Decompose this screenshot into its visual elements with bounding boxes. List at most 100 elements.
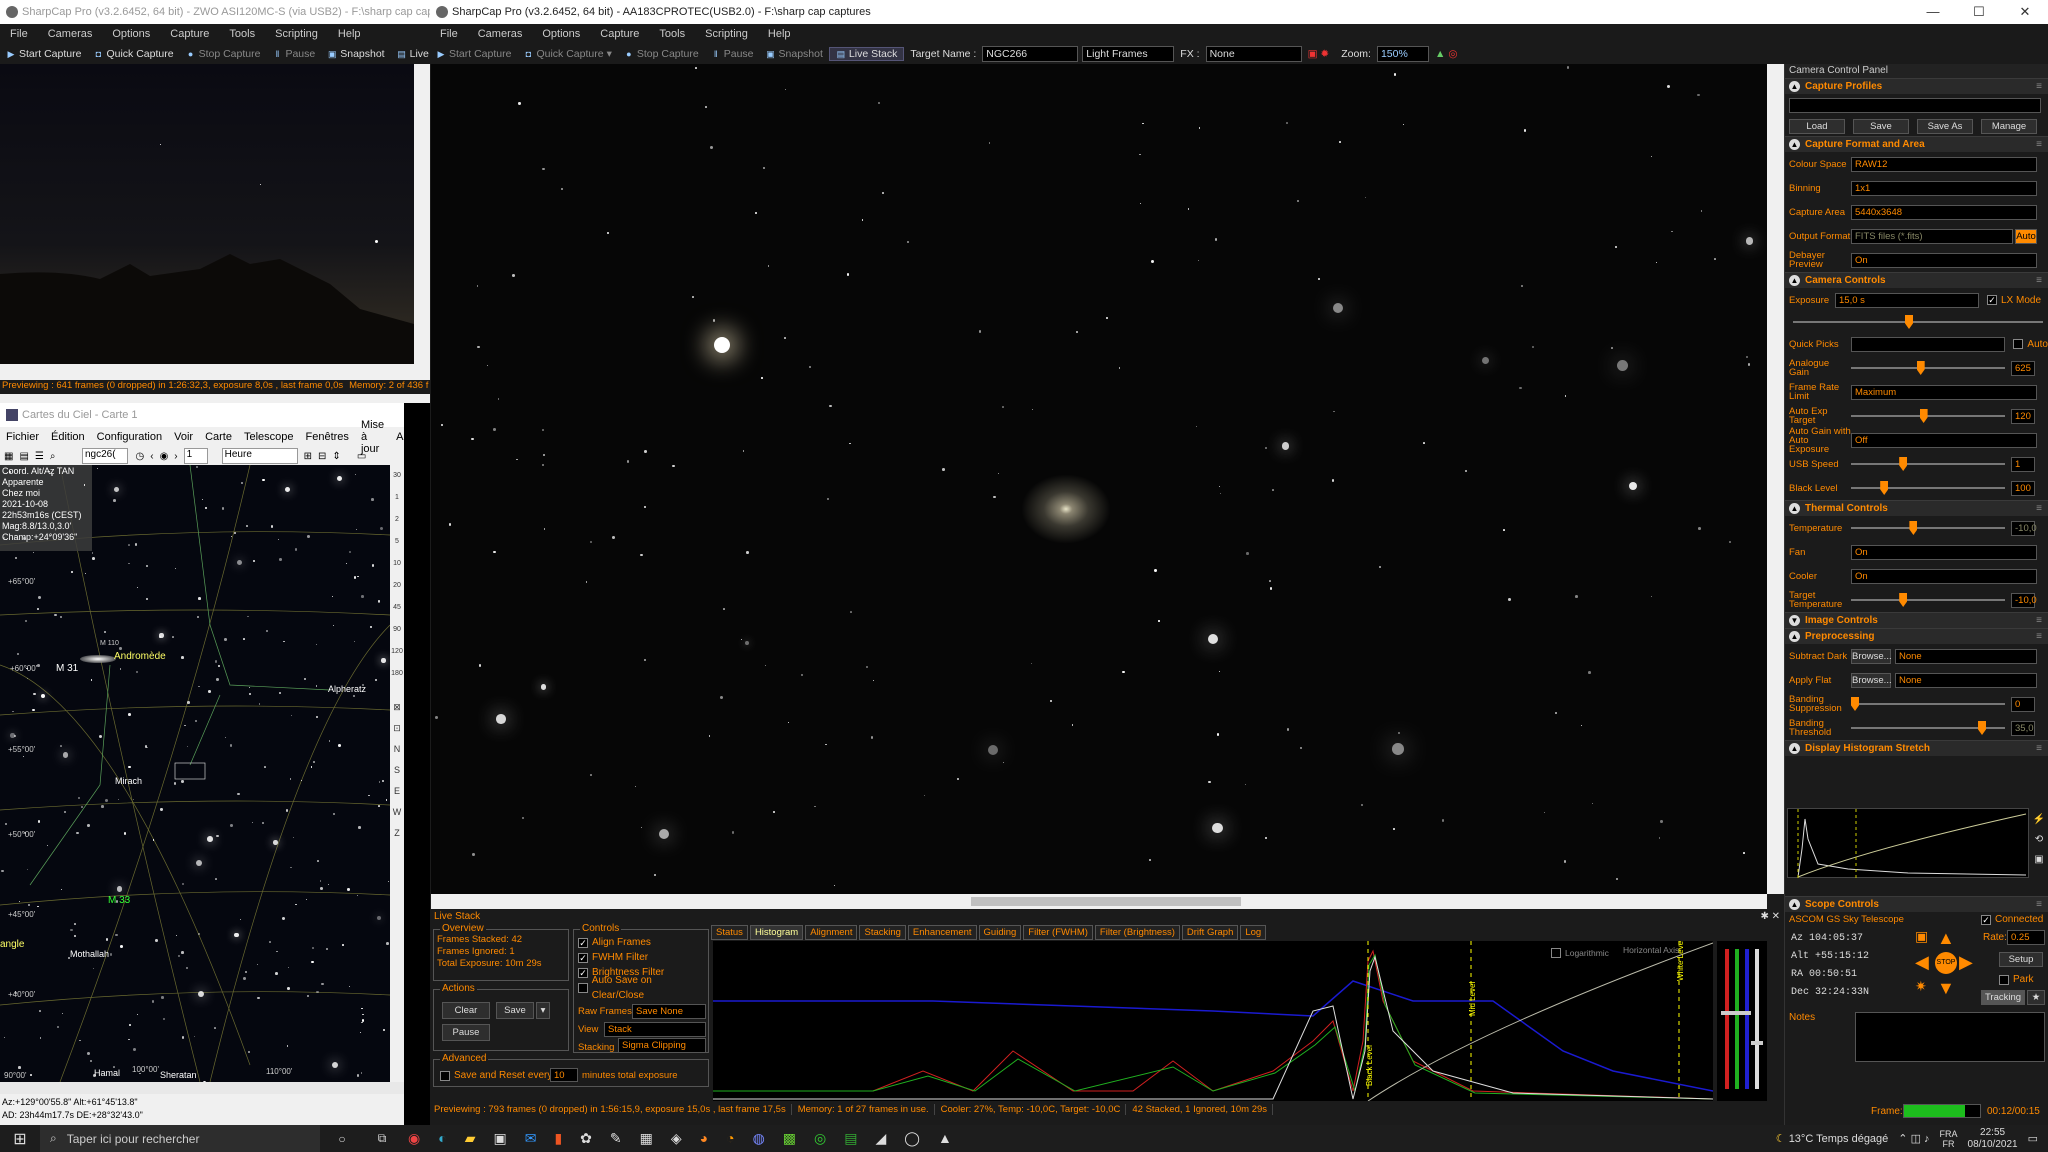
- scroll-thumb[interactable]: [971, 897, 1241, 906]
- rate-select[interactable]: 0.25: [2007, 930, 2045, 945]
- cortana-icon[interactable]: ○: [320, 1132, 364, 1146]
- save-dropdown-button[interactable]: ▾: [536, 1002, 550, 1019]
- list-icon[interactable]: ☰: [35, 451, 44, 462]
- menu-cameras[interactable]: Cameras: [468, 28, 533, 40]
- excel-icon[interactable]: ▤: [844, 1130, 857, 1147]
- scope-connected-checkbox[interactable]: ✓ Connected: [1981, 912, 2043, 927]
- back-icon[interactable]: ‹: [150, 451, 153, 462]
- section-camera-controls[interactable]: ▲ Camera Controls ≡: [1785, 272, 2048, 288]
- app-icon[interactable]: ✿: [580, 1130, 592, 1147]
- live-stack-button[interactable]: ▤Live Stack: [391, 48, 430, 60]
- notification-icon[interactable]: ▭: [2028, 1132, 2038, 1145]
- quick-capture-button[interactable]: ◘ Quick Capture ▾: [517, 48, 617, 60]
- pause-button[interactable]: ‖ Pause: [705, 48, 760, 60]
- reticle-icon[interactable]: ▣ ✹: [1302, 48, 1336, 60]
- save-reset-checkbox[interactable]: Save and Reset every: [440, 1068, 552, 1083]
- app-icon[interactable]: ◈: [671, 1130, 682, 1147]
- forward-icon[interactable]: ›: [174, 451, 177, 462]
- step-input[interactable]: 1: [183, 448, 208, 464]
- quick-picks-auto-checkbox[interactable]: Auto: [2013, 337, 2048, 352]
- output-auto-button[interactable]: Auto: [2015, 228, 2037, 244]
- quick-picks-select[interactable]: [1850, 336, 2006, 352]
- colour-space-select[interactable]: RAW12: [1851, 156, 2037, 172]
- clock[interactable]: 22:55 08/10/2021: [1968, 1127, 2018, 1151]
- explorer-icon[interactable]: ▰: [465, 1130, 476, 1147]
- menu-cameras[interactable]: Cameras: [38, 28, 103, 40]
- menu-help[interactable]: Help: [328, 28, 371, 40]
- dark-select[interactable]: None: [1895, 648, 2037, 664]
- frame-rate-select[interactable]: Maximum: [1851, 384, 2037, 400]
- menu-scripting[interactable]: Scripting: [265, 28, 328, 40]
- panel-controls[interactable]: ✱ ✕: [1760, 911, 1780, 922]
- stacked-image-view[interactable]: [431, 64, 1767, 894]
- chart-scrollbar[interactable]: [0, 1082, 404, 1094]
- tab-status[interactable]: Status: [711, 925, 748, 940]
- dark-browse-button[interactable]: Browse...: [1851, 648, 1892, 664]
- frame-icon[interactable]: ▣: [1915, 928, 1928, 945]
- app-icon[interactable]: ▩: [783, 1130, 796, 1147]
- live-stack-button[interactable]: ▤Live Stack: [828, 47, 905, 61]
- notes-textarea[interactable]: [1855, 1012, 2045, 1062]
- office-icon[interactable]: ▮: [554, 1130, 562, 1147]
- exposure-input[interactable]: 15,0 s: [1835, 292, 1979, 308]
- start-capture-button[interactable]: ▶ Start Capture: [430, 48, 517, 60]
- stop-capture-button[interactable]: ● Stop Capture: [180, 48, 267, 60]
- field-scale-list[interactable]: 30 1 2 5 10 20 45 90 120 180: [390, 465, 404, 685]
- tab-enhancement[interactable]: Enhancement: [907, 925, 977, 940]
- target-name-input[interactable]: NGC266: [982, 46, 1079, 62]
- gain-slider[interactable]: [1851, 361, 2005, 375]
- load-profile-button[interactable]: Load: [1789, 118, 1845, 134]
- binning-select[interactable]: 1x1: [1851, 180, 2037, 196]
- app-icon[interactable]: ◢: [875, 1130, 886, 1147]
- fan-select[interactable]: On: [1851, 544, 2037, 560]
- discord-icon[interactable]: ◍: [753, 1130, 765, 1147]
- minimize-button[interactable]: —: [1910, 0, 1956, 24]
- snapshot-button[interactable]: ▣ Snapshot: [760, 48, 829, 60]
- menu-configuration[interactable]: Configuration: [91, 431, 168, 443]
- section-preprocessing[interactable]: ▲ Preprocessing ≡: [1785, 628, 2048, 644]
- task-view-icon[interactable]: ⧉: [364, 1131, 400, 1146]
- play-icon[interactable]: ◉: [160, 451, 169, 462]
- sync-icon[interactable]: ✷: [1915, 978, 1927, 995]
- tray-icons[interactable]: ⌃ ◫ ♪: [1898, 1132, 1929, 1145]
- mail-icon[interactable]: ✉: [525, 1130, 537, 1147]
- maximize-button[interactable]: ☐: [1956, 0, 2002, 24]
- fx-select[interactable]: None: [1205, 46, 1302, 62]
- save-button[interactable]: Save: [496, 1002, 534, 1019]
- tab-histogram[interactable]: Histogram: [749, 925, 804, 940]
- menu-carte[interactable]: Carte: [199, 431, 238, 443]
- target-temp-slider[interactable]: [1851, 593, 2005, 607]
- tracking-button[interactable]: Tracking: [1981, 990, 2025, 1005]
- save-profile-button[interactable]: Save: [1853, 118, 1909, 134]
- slew-up-button[interactable]: ▲: [1937, 928, 1955, 949]
- flat-browse-button[interactable]: Browse...: [1851, 672, 1892, 688]
- usb-speed-input[interactable]: 1: [2011, 456, 2035, 472]
- menu-file[interactable]: File: [430, 28, 468, 40]
- auto-exp-slider[interactable]: [1851, 409, 2005, 423]
- chrome-icon[interactable]: ◉: [408, 1130, 420, 1147]
- section-scope-controls[interactable]: ▲ Scope Controls ≡: [1785, 896, 2048, 912]
- andromeda-galaxy-marker[interactable]: [80, 655, 116, 663]
- banding-threshold-input[interactable]: 35,0: [2011, 720, 2035, 736]
- image-vertical-scrollbar[interactable]: [1767, 64, 1784, 894]
- banding-suppression-slider[interactable]: [1851, 697, 2005, 711]
- vertical-scrollbar[interactable]: [414, 64, 430, 364]
- search-icon[interactable]: ⌕: [50, 451, 56, 462]
- tab-log[interactable]: Log: [1240, 925, 1267, 940]
- histogram-icon[interactable]: ▲ ◎: [1429, 48, 1464, 60]
- slew-down-button[interactable]: ▼: [1937, 978, 1955, 999]
- calendar-icon[interactable]: ▦: [4, 451, 13, 462]
- menu-options[interactable]: Options: [102, 28, 160, 40]
- app-icon[interactable]: ✎: [610, 1130, 622, 1147]
- menu-telescope[interactable]: Telescope: [238, 431, 300, 443]
- firefox-icon[interactable]: ◕: [700, 1130, 708, 1147]
- sky-chart[interactable]: Coord. Alt/Az TAN Apparente Chez moi 2021-1…: [0, 465, 390, 1082]
- profile-select[interactable]: [1789, 97, 2041, 113]
- scope-setup-button[interactable]: Setup: [1999, 952, 2043, 967]
- eq-icon[interactable]: ⊟: [318, 451, 326, 462]
- stack-histogram[interactable]: Black Level Mid Level White Level Logari…: [713, 939, 1714, 1102]
- park-checkbox[interactable]: Park: [1999, 972, 2034, 987]
- tab-filter-brightness[interactable]: Filter (Brightness): [1094, 925, 1180, 940]
- weather-widget[interactable]: ☾ 13°C Temps dégagé: [1776, 1132, 1889, 1145]
- menu-capture[interactable]: Capture: [160, 28, 219, 40]
